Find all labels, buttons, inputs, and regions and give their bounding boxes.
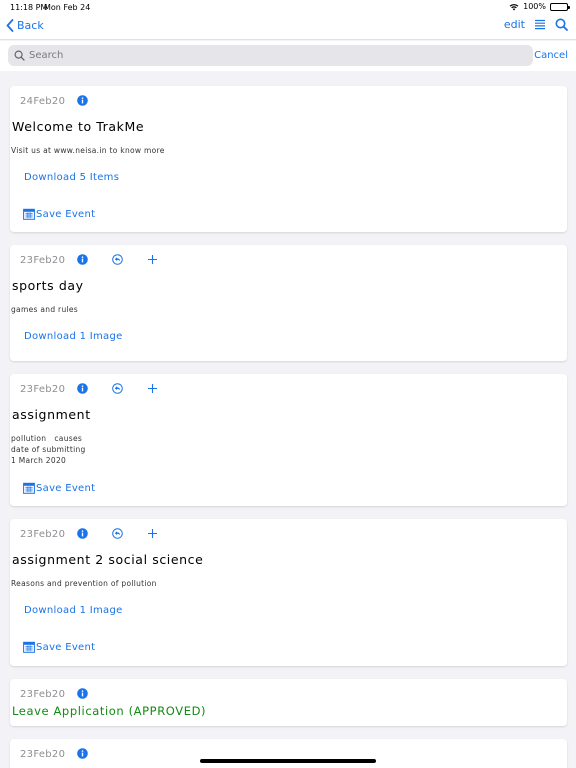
card-header: 24Feb20: [10, 86, 567, 116]
wifi-icon: [509, 3, 519, 10]
plus-icon[interactable]: [147, 254, 158, 265]
search-row: Cancel: [0, 41, 576, 71]
info-icon[interactable]: [77, 528, 88, 539]
battery-icon: [550, 2, 570, 11]
magnifier-icon: [14, 50, 25, 61]
calendar-icon: [23, 641, 35, 653]
card-body: games and rules: [11, 305, 79, 314]
card-date: 24Feb20: [20, 96, 66, 107]
back-button[interactable]: Back: [6, 19, 44, 32]
card-title: sports day: [12, 278, 84, 293]
status-date: Mon Feb 24: [44, 3, 91, 12]
back-label: Back: [17, 19, 44, 32]
notice-card: 23Feb20: [10, 739, 567, 768]
cancel-button[interactable]: Cancel: [534, 50, 568, 61]
save-event-label: Save Event: [36, 641, 96, 653]
card-date: 23Feb20: [20, 529, 66, 540]
status-bar: 11:18 PM Mon Feb 24 100%: [0, 0, 576, 14]
card-body: pollution causes date of submitting 1 Ma…: [11, 434, 86, 465]
info-icon[interactable]: [77, 383, 88, 394]
search-icon[interactable]: [555, 18, 568, 31]
status-time: 11:18 PM: [10, 3, 48, 12]
card-body: Visit us at www.neisa.in to know more: [11, 146, 165, 155]
chevron-left-icon: [6, 19, 14, 32]
plus-icon[interactable]: [147, 528, 158, 539]
nav-actions: edit: [504, 18, 568, 31]
card-header: 23Feb20: [10, 739, 567, 768]
search-box[interactable]: [8, 45, 533, 66]
calendar-icon: [23, 482, 35, 494]
notice-card: 23Feb20 assignment 2 social science Reas…: [10, 519, 567, 666]
notice-feed: 24Feb20 Welcome to TrakMe Visit us at ww…: [10, 86, 567, 768]
card-body: Reasons and prevention of pollution: [11, 579, 157, 588]
info-icon[interactable]: [77, 688, 88, 699]
card-date: 23Feb20: [20, 749, 66, 760]
card-date: 23Feb20: [20, 689, 66, 700]
notice-card: 24Feb20 Welcome to TrakMe Visit us at ww…: [10, 86, 567, 232]
save-event-label: Save Event: [36, 482, 96, 494]
reply-icon[interactable]: [112, 528, 123, 539]
save-event-button[interactable]: Save Event: [23, 482, 95, 494]
card-date: 23Feb20: [20, 384, 66, 395]
card-header: 23Feb20: [10, 374, 567, 404]
card-title: assignment 2 social science: [12, 552, 204, 567]
card-date: 23Feb20: [20, 255, 66, 266]
status-right: 100%: [509, 2, 570, 11]
edit-button[interactable]: edit: [504, 18, 525, 31]
search-input[interactable]: [29, 50, 509, 61]
calendar-icon: [23, 208, 35, 220]
card-title: assignment: [12, 407, 91, 422]
save-event-button[interactable]: Save Event: [23, 208, 95, 220]
save-event-button[interactable]: Save Event: [23, 641, 95, 653]
card-title: Welcome to TrakMe: [12, 119, 145, 134]
info-icon[interactable]: [77, 748, 88, 759]
list-icon[interactable]: [534, 19, 546, 30]
info-icon[interactable]: [77, 254, 88, 265]
save-event-label: Save Event: [36, 208, 96, 220]
reply-icon[interactable]: [112, 254, 123, 265]
notice-card: 23Feb20 assignment pollution causes date…: [10, 374, 567, 506]
download-link[interactable]: Download 5 Items: [24, 172, 119, 183]
info-icon[interactable]: [77, 95, 88, 106]
notice-card: 23Feb20 Leave Application (APPROVED): [10, 679, 567, 726]
download-link[interactable]: Download 1 Image: [24, 331, 123, 342]
card-header: 23Feb20: [10, 245, 567, 275]
reply-icon[interactable]: [112, 383, 123, 394]
nav-bar: Back edit: [0, 14, 576, 40]
download-link[interactable]: Download 1 Image: [24, 605, 123, 616]
notice-card: 23Feb20 sports day games and rules Downl…: [10, 245, 567, 361]
plus-icon[interactable]: [147, 383, 158, 394]
battery-percent: 100%: [523, 2, 546, 11]
card-title: Leave Application (APPROVED): [12, 704, 207, 718]
home-indicator[interactable]: [200, 759, 376, 763]
card-header: 23Feb20: [10, 519, 567, 549]
